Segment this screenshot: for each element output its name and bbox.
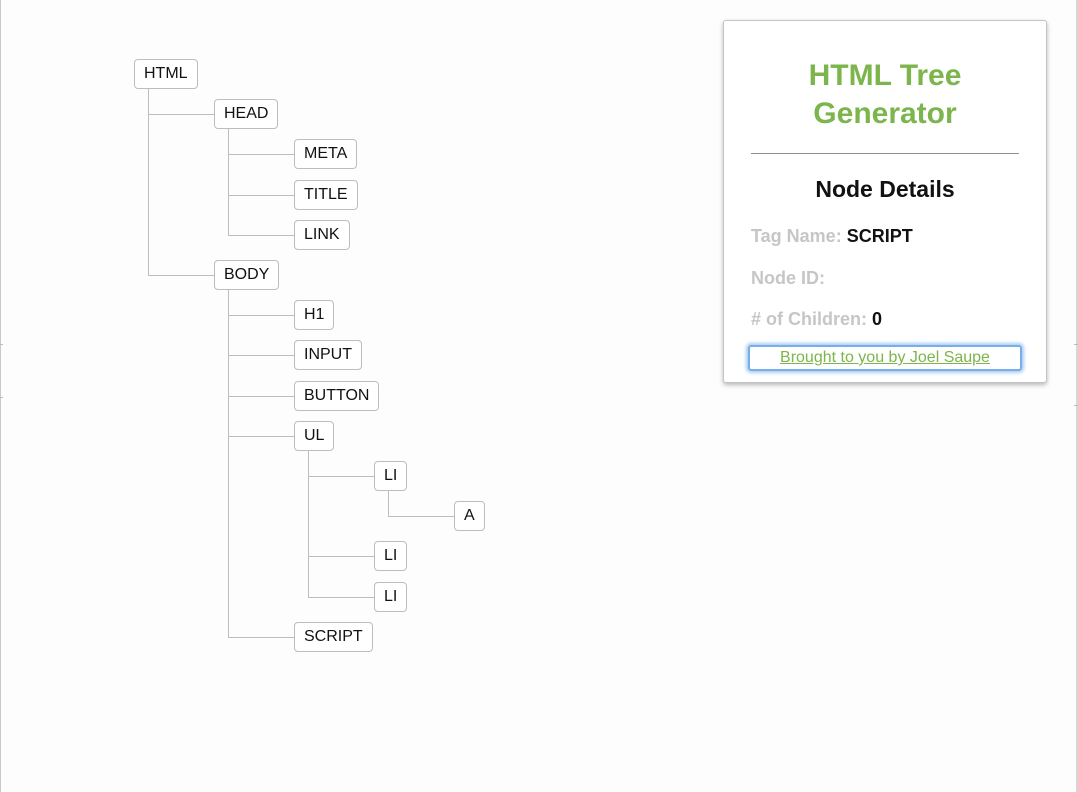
tree-connector [228, 290, 229, 638]
tree-node-li3[interactable]: LI [374, 582, 408, 612]
tree-node-li1[interactable]: LI [374, 461, 408, 491]
tree-node-li2[interactable]: LI [374, 541, 408, 571]
tree-connector [228, 129, 229, 236]
tree-connector [228, 195, 294, 196]
tree-connector [148, 114, 214, 115]
right-edge-marker [1074, 344, 1078, 406]
children-count-row: # of Children: 0 [751, 309, 882, 330]
tree-connector [148, 275, 214, 276]
tree-connector [388, 516, 454, 517]
tree-node-body[interactable]: BODY [214, 260, 280, 290]
tree-node-a[interactable]: A [454, 501, 485, 531]
tree-connector [308, 597, 374, 598]
tree-node-html[interactable]: HTML [134, 59, 198, 89]
tree-connector [388, 491, 389, 517]
tree-connector [228, 315, 294, 316]
tree-node-button[interactable]: BUTTON [294, 381, 380, 411]
tree-node-ul[interactable]: UL [294, 421, 335, 451]
app-title-line1: HTML Tree [808, 59, 962, 92]
app-title: HTML Tree Generator [724, 57, 1046, 133]
tree-connector [228, 637, 294, 638]
tree-connector [308, 476, 374, 477]
tag-name-label: Tag Name: [751, 226, 842, 246]
tree-connector [228, 396, 294, 397]
tree-connector [228, 235, 294, 236]
tree-connector [308, 451, 309, 598]
author-credit-link[interactable]: Brought to you by Joel Saupe [748, 345, 1022, 371]
panel-divider [751, 153, 1019, 154]
tree-node-link[interactable]: LINK [294, 220, 350, 250]
children-count-value: 0 [872, 309, 883, 329]
tree-connector [228, 154, 294, 155]
tree-node-head[interactable]: HEAD [214, 99, 279, 129]
children-count-label: # of Children: [751, 309, 867, 329]
tag-name-row: Tag Name: SCRIPT [751, 226, 913, 247]
tag-name-value: SCRIPT [846, 226, 913, 246]
tree-node-script[interactable]: SCRIPT [294, 622, 373, 652]
tree-node-meta[interactable]: META [294, 139, 358, 169]
tree-connector [228, 355, 294, 356]
tree-connector [228, 436, 294, 437]
tree-node-input[interactable]: INPUT [294, 340, 362, 370]
node-id-label: Node ID: [751, 268, 825, 288]
details-heading: Node Details [815, 176, 955, 202]
app-title-line2: Generator [813, 97, 957, 130]
tree-connector [148, 89, 149, 276]
tree-canvas: HTML HEAD META TITLE LINK BODY H1 INPUT BUTTON UL… [0, 0, 700, 792]
info-panel: HTML Tree Generator Node Details Tag Nam… [723, 20, 1047, 383]
tree-node-title[interactable]: TITLE [294, 180, 358, 210]
node-id-row: Node ID: [751, 268, 825, 289]
tree-connector [308, 556, 374, 557]
tree-node-h1[interactable]: H1 [294, 300, 335, 330]
